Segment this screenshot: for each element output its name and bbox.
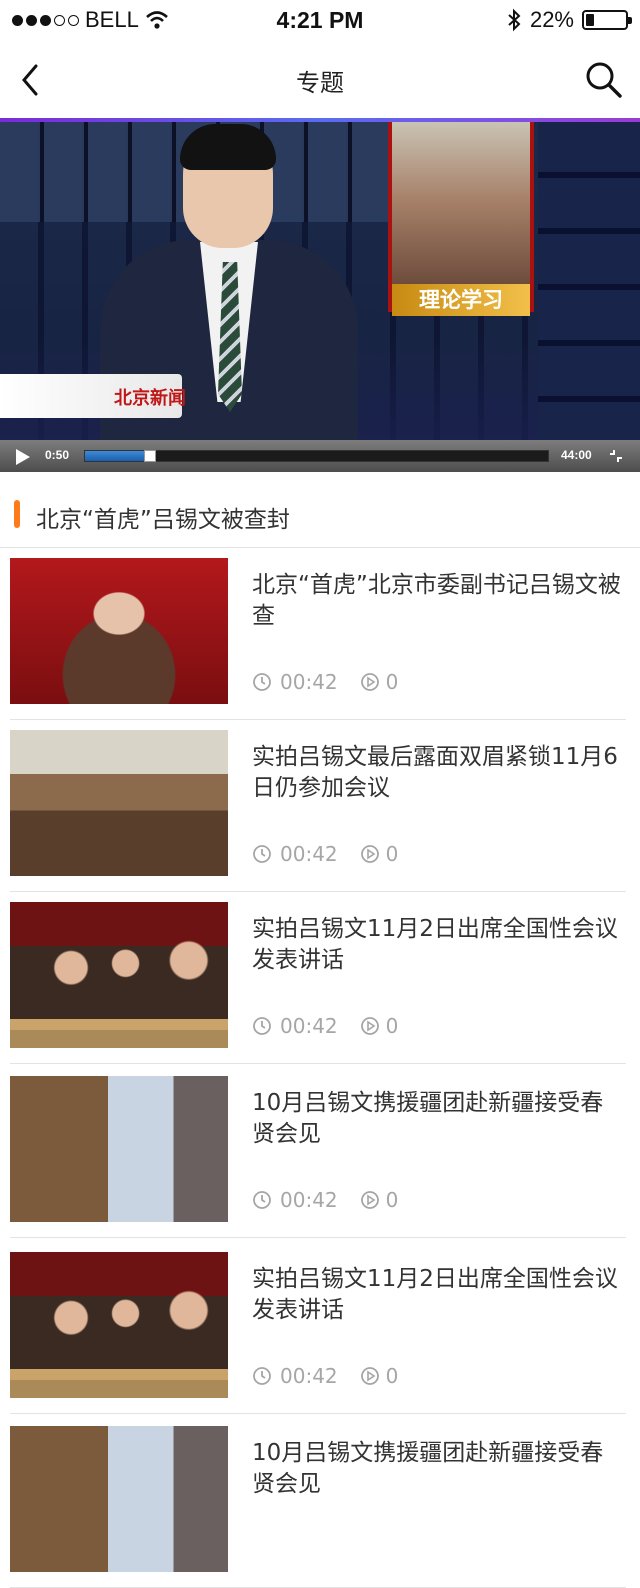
- play-icon[interactable]: [16, 449, 30, 465]
- video-thumbnail[interactable]: [10, 902, 228, 1048]
- search-icon: [586, 62, 622, 98]
- progress-bar[interactable]: [84, 450, 549, 462]
- section-header: 北京“首虎”吕锡文被查封: [0, 478, 640, 548]
- play-circle-icon: [360, 1016, 380, 1036]
- wifi-icon: [145, 11, 168, 29]
- item-views: 0: [360, 1014, 399, 1038]
- fullscreen-icon[interactable]: [608, 448, 624, 464]
- video-thumbnail[interactable]: [10, 1252, 228, 1398]
- video-thumbnail[interactable]: [10, 558, 228, 704]
- item-meta: 00:42 0: [252, 670, 398, 694]
- video-player[interactable]: 理论学习 北京新闻: [0, 122, 640, 472]
- item-views: 0: [360, 670, 399, 694]
- play-circle-icon: [360, 672, 380, 692]
- clock-icon: [252, 1190, 272, 1210]
- bluetooth-icon: [508, 8, 521, 32]
- item-meta: 00:42 0: [252, 1014, 398, 1038]
- item-duration: 00:42: [280, 1364, 338, 1388]
- item-title[interactable]: 北京“首虎”北京市委副书记吕锡文被查: [252, 570, 622, 632]
- section-accent-bar: [14, 500, 20, 528]
- item-duration: 00:42: [280, 1188, 338, 1212]
- status-left: BELL: [12, 7, 169, 33]
- views-count: 0: [385, 1364, 399, 1388]
- item-views: 0: [360, 1364, 399, 1388]
- page-title: 专题: [296, 68, 344, 97]
- clock-icon: [252, 1016, 272, 1036]
- item-title[interactable]: 实拍吕锡文最后露面双眉紧锁11月6日仍参加会议: [252, 742, 622, 804]
- item-views: 0: [360, 842, 399, 866]
- video-thumbnail[interactable]: [10, 730, 228, 876]
- item-title[interactable]: 10月吕锡文携援疆团赴新疆接受春贤会见: [252, 1438, 622, 1500]
- status-bar: BELL 4:21 PM 22%: [0, 0, 640, 40]
- chevron-left-icon: [22, 64, 38, 96]
- status-right: 22%: [506, 7, 632, 33]
- item-duration: 00:42: [280, 1014, 338, 1038]
- item-meta: 00:42 0: [252, 842, 398, 866]
- back-button[interactable]: [10, 58, 50, 102]
- thumbnail-caption-strip: [10, 1030, 228, 1048]
- list-item[interactable]: 北京“首虎”北京市委副书记吕锡文被查 00:42 0: [0, 548, 640, 720]
- play-circle-icon: [360, 844, 380, 864]
- progress-fill: [85, 451, 150, 461]
- video-controls: 0:50 44:00: [0, 440, 640, 472]
- search-button[interactable]: [582, 58, 626, 102]
- item-duration: 00:42: [280, 670, 338, 694]
- item-title[interactable]: 实拍吕锡文11月2日出席全国性会议发表讲话: [252, 914, 622, 976]
- list-item[interactable]: 实拍吕锡文11月2日出席全国性会议发表讲话 00:42 0: [0, 892, 640, 1064]
- clock-icon: [252, 844, 272, 864]
- views-count: 0: [385, 1014, 399, 1038]
- list-item[interactable]: 实拍吕锡文11月2日出席全国性会议发表讲话 00:42 0: [0, 1242, 640, 1414]
- signal-strength-icon: [12, 14, 79, 26]
- list-item[interactable]: 10月吕锡文携援疆团赴新疆接受春贤会见 00:42 0: [0, 1066, 640, 1238]
- clock-icon: [252, 1366, 272, 1386]
- item-title[interactable]: 10月吕锡文携援疆团赴新疆接受春贤会见: [252, 1088, 622, 1150]
- item-views: 0: [360, 1188, 399, 1212]
- list-item[interactable]: 实拍吕锡文最后露面双眉紧锁11月6日仍参加会议 00:42 0: [0, 720, 640, 892]
- inset-caption: 理论学习: [392, 284, 530, 316]
- collapse-icon: [610, 450, 622, 462]
- play-circle-icon: [360, 1366, 380, 1386]
- item-title[interactable]: 实拍吕锡文11月2日出席全国性会议发表讲话: [252, 1264, 622, 1326]
- video-thumbnail[interactable]: [10, 1426, 228, 1572]
- battery-icon: [582, 10, 632, 30]
- item-meta: 00:42 0: [252, 1188, 398, 1212]
- nav-bar: 专题: [0, 40, 640, 120]
- list-item[interactable]: 10月吕锡文携援疆团赴新疆接受春贤会见: [0, 1416, 640, 1588]
- carrier-name: BELL: [85, 7, 139, 32]
- views-count: 0: [385, 1188, 399, 1212]
- studio-monitors-right: [538, 122, 640, 440]
- section-title: 北京“首虎”吕锡文被查封: [36, 507, 290, 533]
- station-logo: 北京新闻: [114, 388, 186, 409]
- item-duration: 00:42: [280, 842, 338, 866]
- progress-knob[interactable]: [143, 450, 156, 462]
- item-meta: 00:42 0: [252, 1364, 398, 1388]
- views-count: 0: [385, 670, 399, 694]
- total-time: 44:00: [561, 448, 592, 462]
- current-time: 0:50: [45, 448, 70, 462]
- play-circle-icon: [360, 1190, 380, 1210]
- thumbnail-caption-strip: [10, 1380, 228, 1398]
- views-count: 0: [385, 842, 399, 866]
- battery-fill: [586, 14, 595, 26]
- clock-icon: [252, 672, 272, 692]
- anchor-hair: [180, 124, 276, 170]
- battery-percent: 22%: [529, 7, 574, 32]
- video-thumbnail[interactable]: [10, 1076, 228, 1222]
